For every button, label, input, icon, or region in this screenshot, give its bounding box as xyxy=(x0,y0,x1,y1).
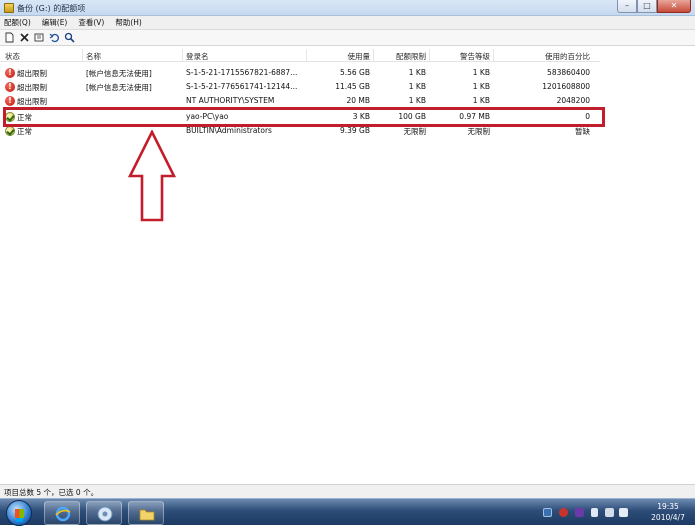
cell-login: NT AUTHORITY\SYSTEM xyxy=(186,96,275,105)
column-name[interactable]: 名称 xyxy=(86,51,101,62)
taskbar-ie-button[interactable] xyxy=(44,501,80,525)
status-bar: 项目总数 5 个，已选 0 个。 xyxy=(0,484,695,498)
cell-warning: 1 KB xyxy=(472,68,490,77)
column-percent[interactable]: 使用的百分比 xyxy=(496,51,590,62)
cell-used: 9.39 GB xyxy=(339,126,370,135)
cell-warning: 1 KB xyxy=(472,82,490,91)
cell-limit: 1 KB xyxy=(408,96,426,105)
column-separator[interactable] xyxy=(182,49,183,61)
maximize-button[interactable]: □ xyxy=(637,0,657,13)
column-separator[interactable] xyxy=(429,49,430,61)
tray-alert-icon[interactable] xyxy=(559,508,568,517)
column-used[interactable]: 使用量 xyxy=(310,51,371,62)
undo-icon[interactable] xyxy=(48,32,60,44)
close-button[interactable]: ✕ xyxy=(657,0,691,13)
cell-limit: 1 KB xyxy=(408,82,426,91)
properties-icon[interactable] xyxy=(33,32,45,44)
table-row[interactable]: ! 超出限制 [帐户信息无法使用] S-1-5-21-1715567821-68… xyxy=(0,66,600,80)
cell-percent: 2048200 xyxy=(556,96,590,105)
drive-icon xyxy=(4,3,14,13)
table-header: 状态 名称 登录名 使用量 配额限制 警告等级 使用的百分比 xyxy=(0,48,600,62)
new-entry-icon[interactable] xyxy=(3,32,15,44)
column-login[interactable]: 登录名 xyxy=(186,51,209,62)
column-status[interactable]: 状态 xyxy=(5,51,20,62)
cell-login: S-1-5-21-1715567821-6887... xyxy=(186,68,298,77)
cell-login: S-1-5-21-776561741-12144... xyxy=(186,82,298,91)
cell-used: 11.45 GB xyxy=(335,82,370,91)
error-icon: ! xyxy=(5,82,15,92)
column-separator[interactable] xyxy=(373,49,374,61)
cell-percent: 暂缺 xyxy=(575,127,590,136)
tray-app-icon[interactable] xyxy=(543,508,552,517)
highlight-box xyxy=(3,107,605,127)
column-limit[interactable]: 配额限制 xyxy=(376,51,426,62)
title-bar[interactable]: 备份 (G:) 的配额项 – □ ✕ xyxy=(0,0,695,16)
column-separator[interactable] xyxy=(493,49,494,61)
status-text: 项目总数 5 个，已选 0 个。 xyxy=(4,488,99,497)
cell-warning: 无限制 xyxy=(467,127,491,136)
cell-status: 超出限制 xyxy=(17,69,47,78)
column-warning[interactable]: 警告等级 xyxy=(432,51,490,62)
taskbar-media-button[interactable] xyxy=(86,501,122,525)
window-title: 备份 (G:) 的配额项 xyxy=(17,4,86,13)
start-button[interactable] xyxy=(6,500,32,526)
column-separator[interactable] xyxy=(306,49,307,61)
cell-name: [帐户信息无法使用] xyxy=(86,83,152,92)
delete-icon[interactable] xyxy=(18,32,30,44)
cell-name: [帐户信息无法使用] xyxy=(86,69,152,78)
error-icon: ! xyxy=(5,68,15,78)
up-arrow-annotation xyxy=(128,130,176,222)
cell-percent: 583860400 xyxy=(547,68,590,77)
media-player-icon xyxy=(97,506,113,522)
cell-percent: 1201608800 xyxy=(542,82,590,91)
cell-status: 超出限制 xyxy=(17,97,47,106)
menu-edit[interactable]: 编辑(E) xyxy=(42,16,73,29)
menu-help[interactable]: 帮助(H) xyxy=(115,16,147,29)
taskbar-explorer-button[interactable] xyxy=(128,501,164,525)
tray-flag-icon[interactable] xyxy=(591,508,598,517)
clock-time: 19:35 xyxy=(657,502,679,511)
quota-window: 备份 (G:) 的配额项 – □ ✕ 配额(Q) 编辑(E) 查看(V) 帮助(… xyxy=(0,0,695,498)
toolbar xyxy=(0,30,695,46)
menu-view[interactable]: 查看(V) xyxy=(78,16,109,29)
folder-icon xyxy=(139,509,155,521)
ok-status-icon xyxy=(5,126,15,136)
cell-login: BUILTIN\Administrators xyxy=(186,126,272,135)
cell-used: 20 MB xyxy=(346,96,370,105)
menu-quota[interactable]: 配额(Q) xyxy=(4,16,36,29)
cell-used: 5.56 GB xyxy=(339,68,370,77)
table-row[interactable]: ! 超出限制 NT AUTHORITY\SYSTEM 20 MB 1 KB 1 … xyxy=(0,94,600,108)
system-tray: 19:35 2010/4/7 xyxy=(535,499,695,526)
system-clock[interactable]: 19:35 2010/4/7 xyxy=(647,501,689,523)
menu-bar: 配额(Q) 编辑(E) 查看(V) 帮助(H) xyxy=(0,16,695,30)
taskbar: 19:35 2010/4/7 xyxy=(0,498,695,526)
column-separator[interactable] xyxy=(82,49,83,61)
cell-warning: 1 KB xyxy=(472,96,490,105)
cell-status: 正常 xyxy=(17,127,32,136)
find-icon[interactable] xyxy=(63,32,75,44)
window-controls: – □ ✕ xyxy=(617,0,691,14)
error-icon: ! xyxy=(5,96,15,106)
network-icon[interactable] xyxy=(605,508,614,517)
table-row[interactable]: ! 超出限制 [帐户信息无法使用] S-1-5-21-776561741-121… xyxy=(0,80,600,94)
cell-limit: 无限制 xyxy=(403,127,427,136)
minimize-button[interactable]: – xyxy=(617,0,637,13)
ie-icon xyxy=(55,506,71,522)
cell-status: 超出限制 xyxy=(17,83,47,92)
tray-app-icon[interactable] xyxy=(575,508,584,517)
clock-date: 2010/4/7 xyxy=(651,513,685,522)
cell-limit: 1 KB xyxy=(408,68,426,77)
volume-icon[interactable] xyxy=(619,508,628,517)
